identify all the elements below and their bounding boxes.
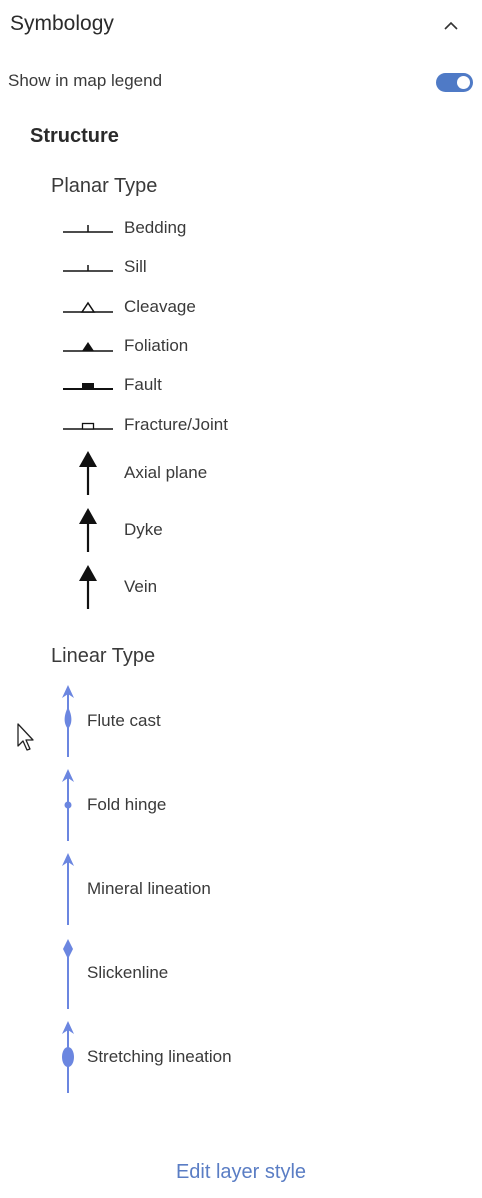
fold-hinge-arrow-icon [58,767,78,843]
structure-heading: Structure [30,125,119,147]
flute-cast-arrow-icon [58,683,78,759]
show-in-legend-toggle[interactable] [436,73,473,92]
toggle-knob [457,76,470,89]
legend-item-label: Fracture/Joint [124,415,228,434]
axial-plane-arrow-icon [77,450,99,498]
sill-symbol-icon [62,258,114,278]
legend-item-label: Fault [124,375,162,394]
legend-item-label: Mineral lineation [87,879,211,898]
legend-item-label: Slickenline [87,963,169,982]
legend-item-label: Sill [124,257,147,276]
legend-item-label: Flute cast [87,711,161,730]
legend-item-label: Dyke [124,520,163,539]
dyke-arrow-icon [77,507,99,555]
edit-layer-style-link[interactable]: Edit layer style [0,1161,482,1184]
legend-item-label: Cleavage [124,297,196,316]
linear-type-heading: Linear Type [51,645,156,667]
fault-symbol-icon [62,376,114,396]
legend-item-label: Foliation [124,336,189,355]
mouse-pointer-icon [16,722,38,754]
collapse-chevron-up-icon[interactable] [440,17,462,35]
slickenline-icon [58,935,78,1011]
legend-item-label: Fold hinge [87,795,167,814]
legend-item-label: Axial plane [124,463,208,482]
stretching-lineation-arrow-icon [58,1019,78,1095]
bedding-symbol-icon [62,219,114,239]
foliation-symbol-icon [62,337,114,357]
panel-title: Symbology [10,12,114,35]
legend-item-label: Bedding [124,218,187,237]
mineral-lineation-arrow-icon [58,851,78,927]
planar-type-heading: Planar Type [51,175,158,197]
fracture-joint-symbol-icon [62,416,114,436]
legend-item-label: Vein [124,577,158,596]
show-in-legend-label: Show in map legend [8,71,163,90]
vein-arrow-icon [77,564,99,612]
legend-item-label: Stretching lineation [87,1047,232,1066]
cleavage-symbol-icon [62,297,114,317]
